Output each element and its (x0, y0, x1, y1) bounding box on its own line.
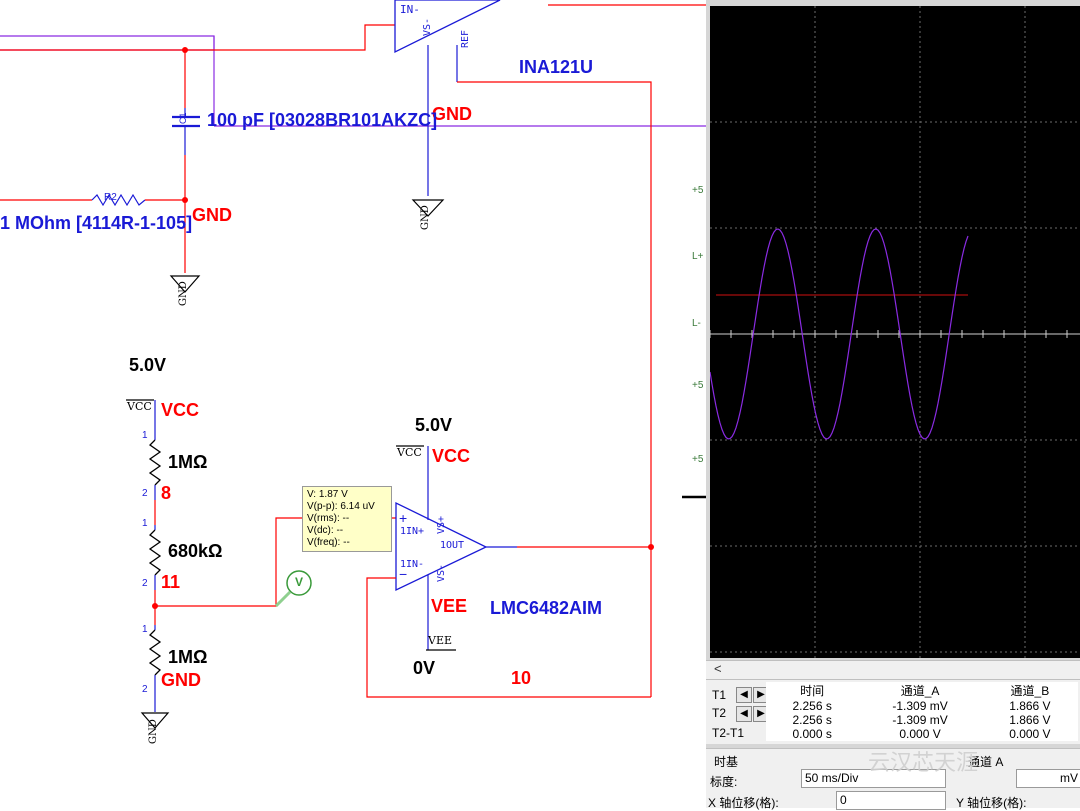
resistor-r2[interactable] (148, 529, 162, 576)
r2-pin1: 1 (142, 518, 148, 529)
col-time: 时间 (800, 684, 825, 698)
res-top-ref: R2 (104, 192, 117, 203)
resistor-r1[interactable] (148, 439, 162, 486)
resistor-r3[interactable] (148, 629, 162, 676)
ina-pin-vs-minus: VS- (422, 17, 433, 36)
y-position-label: Y 轴位移(格): (956, 796, 1027, 810)
ina-part-label: INA121U (519, 57, 594, 77)
gnd-text-bottom: GND (148, 719, 159, 744)
table-row: 0.000 s 0.000 V 0.000 V (792, 727, 1051, 741)
tooltip-v: V: 1.87 V (307, 489, 348, 500)
r1-value: 1MΩ (168, 452, 208, 472)
tooltip-vpp: V(p-p): 6.14 uV (307, 501, 375, 512)
timebase-label: 时基 (714, 755, 739, 769)
table-row: 2.256 s -1.309 mV 1.866 V (792, 713, 1051, 727)
opamp-minus-sign: − (399, 566, 408, 582)
node-11: 11 (161, 572, 181, 592)
opamp-plus-sign: + (399, 510, 408, 526)
wire-feedback (366, 577, 651, 698)
scroll-left-arrow[interactable]: < (714, 661, 722, 676)
vcc-value-right: 5.0V (415, 415, 453, 435)
vcc-symbol-left: VCC (127, 400, 152, 413)
gnd-net-label-2: GND (192, 205, 232, 225)
scale-label: 标度: (710, 775, 738, 789)
vee-symbol: VEE (428, 634, 453, 647)
wire-purple-top (0, 35, 215, 51)
r3-pin1: 1 (142, 624, 148, 635)
opamp-pin-vs-minus: VS- (436, 563, 447, 582)
channel-scale-field[interactable]: mV (1016, 769, 1080, 788)
t2-label: T2 (712, 706, 727, 720)
probe-tooltip: V: 1.87 V V(p-p): 6.14 uV V(rms): -- V(d… (302, 486, 392, 552)
cursor-readout: T1 ◀ ▶ T2 ◀ ▶ T2-T1 时间 通道_A 通道_B 2.256 s… (706, 680, 1080, 744)
col-channel-a: 通道_A (900, 684, 940, 698)
voltmeter-v-glyph: V (295, 575, 304, 589)
gnd-net-label-1: GND (432, 104, 472, 124)
r2-value: 680kΩ (168, 541, 223, 561)
ina-pin-in-minus: IN- (400, 3, 420, 16)
x-position-label: X 轴位移(格): (708, 796, 779, 810)
readout-table: 时间 通道_A 通道_B 2.256 s -1.309 mV 1.866 V 2… (766, 682, 1078, 741)
res-top-label: 1 MOhm [4114R-1-105] (0, 213, 193, 233)
gnd-text-left: GND (178, 281, 189, 306)
tooltip-vrms: V(rms): -- (307, 513, 350, 524)
tooltip-vdc: V(dc): -- (307, 525, 344, 536)
ina-gnd-text: GND (420, 205, 431, 230)
t2t1-label: T2-T1 (712, 726, 745, 740)
scope-scrollbar[interactable]: < (706, 660, 1080, 680)
opamp-pin-vs-plus: VS+ (436, 515, 447, 534)
side-marker-3[interactable]: L- (692, 318, 701, 329)
t1-label: T1 (712, 688, 727, 702)
opamp-pin-in-plus: 1IN+ (400, 526, 425, 537)
ina-pin-ref: REF (460, 29, 471, 48)
junction-out (648, 544, 654, 550)
node-10: 10 (511, 668, 532, 688)
side-marker-4[interactable]: +5 (692, 380, 703, 391)
scope-trace-canvas (709, 6, 1080, 658)
opamp-part-label: LMC6482AIM (490, 598, 603, 618)
tooltip-vfreq: V(freq): -- (307, 537, 350, 548)
vcc-value-left: 5.0V (129, 355, 167, 375)
cap-ref: C1 (178, 112, 188, 124)
wire-in-minus (0, 24, 395, 51)
opamp-pin-out: 1OUT (440, 540, 465, 551)
cap-label: 100 pF [03028BR101AKZC] (207, 110, 438, 130)
side-marker-2[interactable]: L+ (692, 251, 703, 262)
t2-left-arrow[interactable]: ◀ (736, 706, 752, 722)
vee-value: 0V (413, 658, 436, 678)
vcc-symbol-right: VCC (397, 446, 422, 459)
vee-net: VEE (431, 596, 468, 616)
table-row: 2.256 s -1.309 mV 1.866 V (792, 699, 1051, 713)
r1-pin1: 1 (142, 430, 148, 441)
oscilloscope-screen[interactable] (709, 6, 1080, 658)
node-8: 8 (161, 483, 172, 503)
resistor-top[interactable] (91, 193, 146, 207)
gnd-net-bottom: GND (161, 670, 201, 690)
r1-pin2: 2 (142, 488, 148, 499)
col-channel-b: 通道_B (1010, 684, 1050, 698)
vcc-net-right: VCC (432, 446, 471, 466)
vcc-net-left: VCC (161, 400, 200, 420)
r2-pin2: 2 (142, 578, 148, 589)
side-marker-5[interactable]: +5 (692, 454, 703, 465)
r3-pin2: 2 (142, 684, 148, 695)
junction (182, 47, 188, 53)
r3-value: 1MΩ (168, 647, 208, 667)
x-position-field[interactable]: 0 (836, 791, 946, 810)
t1-left-arrow[interactable]: ◀ (736, 687, 752, 703)
side-marker-1[interactable]: +5 (692, 185, 703, 196)
watermark: 云汉芯天涯 (868, 750, 979, 775)
